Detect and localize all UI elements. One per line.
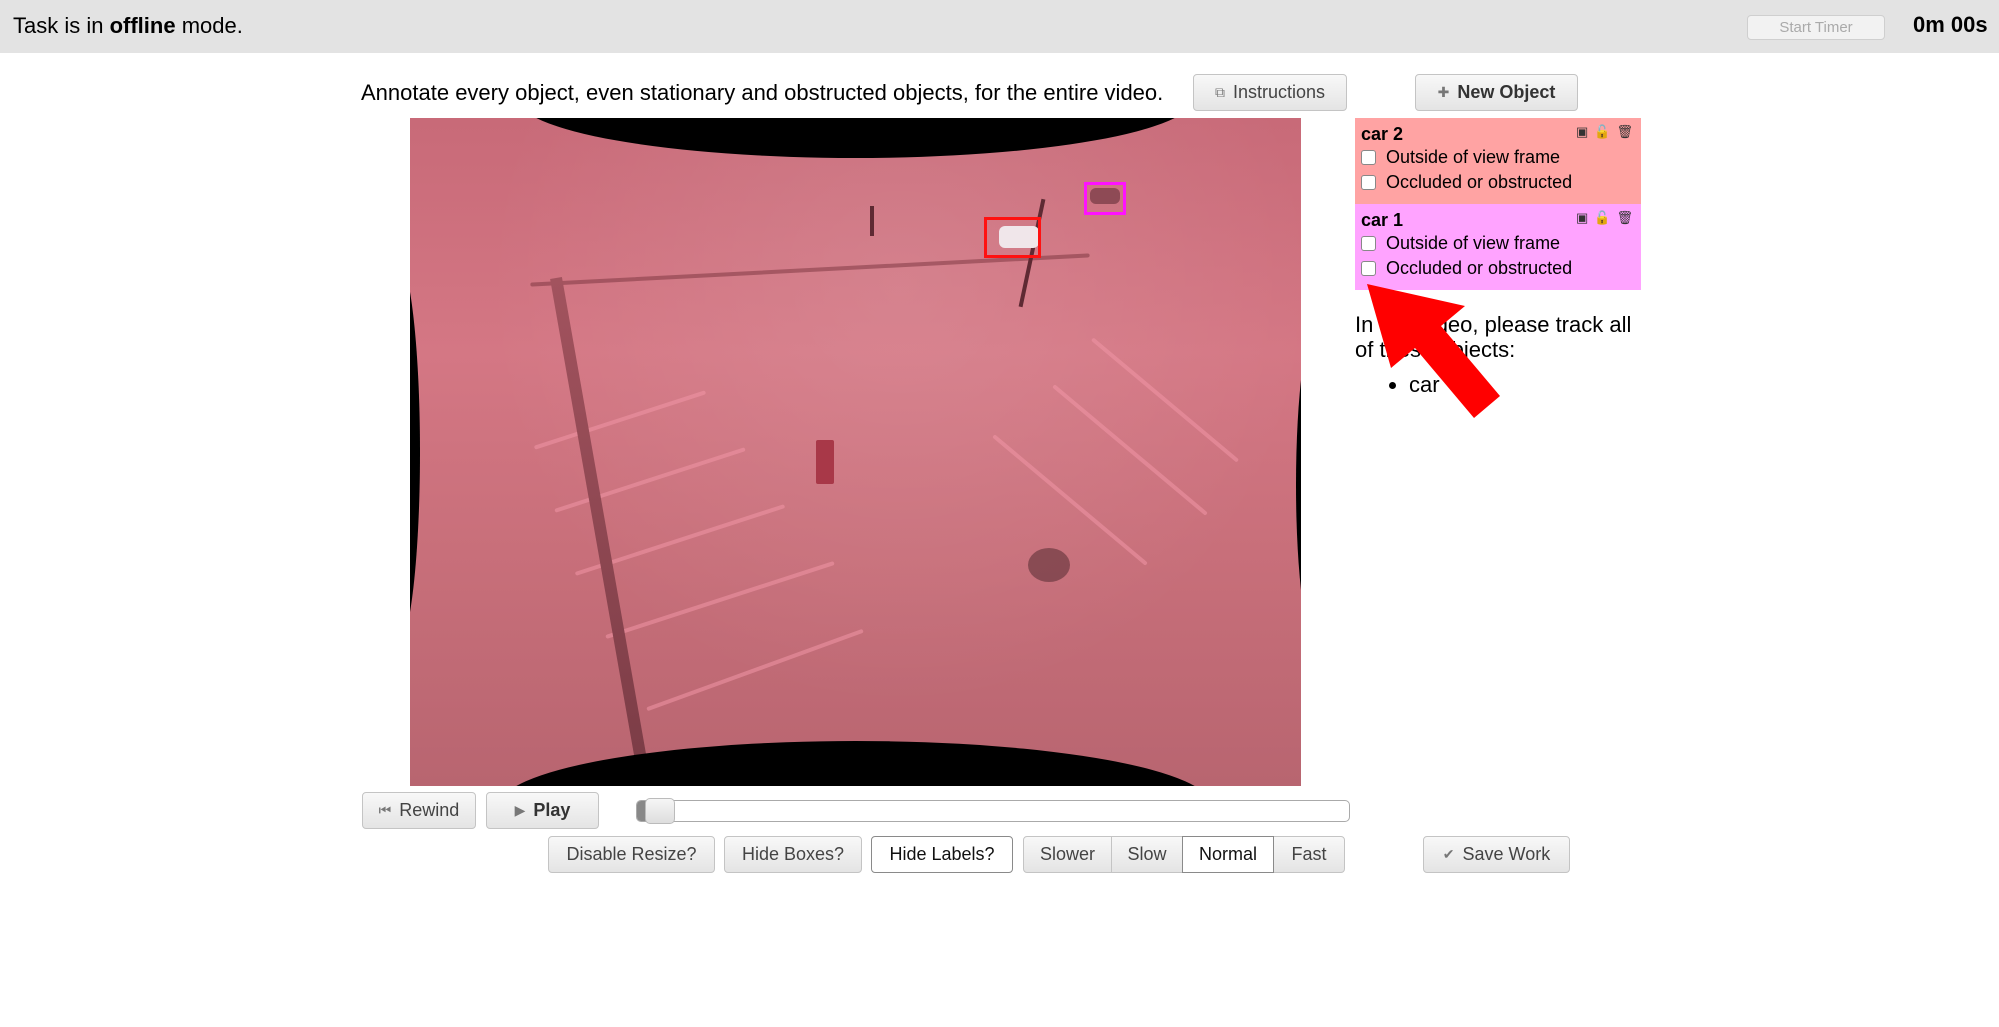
disable-resize-button[interactable]: Disable Resize?: [548, 836, 715, 873]
lens-mask-bottom: [499, 741, 1212, 786]
rewind-button[interactable]: ⏮ Rewind: [362, 792, 476, 829]
lock-icon[interactable]: 🔓: [1594, 210, 1610, 226]
playback-speed-group: Slower Slow Normal Fast: [1023, 836, 1345, 873]
play-button[interactable]: ▶ Play: [486, 792, 599, 829]
curb: [550, 276, 649, 772]
parking-line: [992, 434, 1148, 566]
start-timer-button[interactable]: Start Timer: [1747, 15, 1885, 40]
mode-name: offline: [109, 13, 176, 38]
lens-mask-left: [410, 251, 420, 653]
speed-normal-button[interactable]: Normal: [1182, 836, 1274, 873]
trash-icon[interactable]: 🗑: [1616, 210, 1633, 226]
parking-line: [646, 628, 864, 712]
parking-line: [1052, 384, 1208, 516]
task-prompt: Annotate every object, even stationary a…: [361, 80, 1164, 105]
occluded-checkbox[interactable]: [1361, 175, 1376, 190]
lens-mask-top: [516, 118, 1195, 158]
object-panel-car-1[interactable]: car 1 ▣ 🔓 🗑 Outside of view frame Occlud…: [1355, 204, 1641, 290]
speed-slower-button[interactable]: Slower: [1023, 836, 1112, 873]
speed-fast-button[interactable]: Fast: [1273, 836, 1345, 873]
outside-view-option[interactable]: Outside of view frame: [1361, 231, 1635, 256]
parking-line: [533, 390, 707, 450]
checkmark-icon: ✔: [1442, 846, 1455, 862]
popout-icon: ⧉: [1214, 84, 1225, 100]
video-frame[interactable]: [410, 118, 1301, 786]
rewind-icon: ⏮: [378, 802, 392, 818]
task-mode-status: Task is in offline mode.: [13, 13, 243, 38]
object-actions: ▣ 🔓 🗑: [1576, 124, 1633, 140]
outside-view-checkbox[interactable]: [1361, 236, 1376, 251]
tracking-target-list: car: [1355, 372, 1645, 397]
tracking-target-item: car: [1409, 372, 1645, 397]
outside-view-option[interactable]: Outside of view frame: [1361, 145, 1635, 170]
save-work-button[interactable]: ✔ Save Work: [1423, 836, 1570, 873]
speed-slow-button[interactable]: Slow: [1111, 836, 1183, 873]
hide-labels-button[interactable]: Hide Labels?: [871, 836, 1013, 873]
play-icon: ▶: [514, 802, 526, 818]
parking-line: [1090, 337, 1240, 463]
object-panel-car-2[interactable]: car 2 ▣ 🔓 🗑 Outside of view frame Occlud…: [1355, 118, 1641, 204]
image-icon[interactable]: ▣: [1576, 210, 1588, 226]
timeline-slider[interactable]: [636, 798, 1350, 824]
parking-line: [605, 561, 835, 639]
tracking-instructions: In this video, please track all of these…: [1355, 312, 1645, 397]
top-status-bar: Task is in offline mode. Start Timer 0m …: [0, 0, 1999, 53]
outside-view-checkbox[interactable]: [1361, 150, 1376, 165]
bollard: [816, 440, 834, 484]
occluded-option[interactable]: Occluded or obstructed: [1361, 170, 1635, 195]
new-object-button[interactable]: ✚ New Object: [1415, 74, 1578, 111]
car-1-bounding-box[interactable]: [1084, 182, 1126, 215]
back-fence: [530, 253, 1090, 287]
occluded-checkbox[interactable]: [1361, 261, 1376, 276]
timeline-handle[interactable]: [645, 798, 675, 824]
plus-icon: ✚: [1437, 84, 1450, 100]
hide-boxes-button[interactable]: Hide Boxes?: [724, 836, 862, 873]
elapsed-timer: 0m 00s: [1913, 12, 1988, 37]
instructions-button[interactable]: ⧉ Instructions: [1193, 74, 1347, 111]
occluded-option[interactable]: Occluded or obstructed: [1361, 256, 1635, 281]
object-actions: ▣ 🔓 🗑: [1576, 210, 1633, 226]
lamp-pole: [870, 206, 874, 236]
car-2-bounding-box[interactable]: [984, 217, 1041, 258]
image-icon[interactable]: ▣: [1576, 124, 1588, 140]
lens-mask-right: [1296, 318, 1301, 653]
lock-icon[interactable]: 🔓: [1594, 124, 1610, 140]
manhole: [1028, 548, 1070, 582]
trash-icon[interactable]: 🗑: [1616, 124, 1633, 140]
